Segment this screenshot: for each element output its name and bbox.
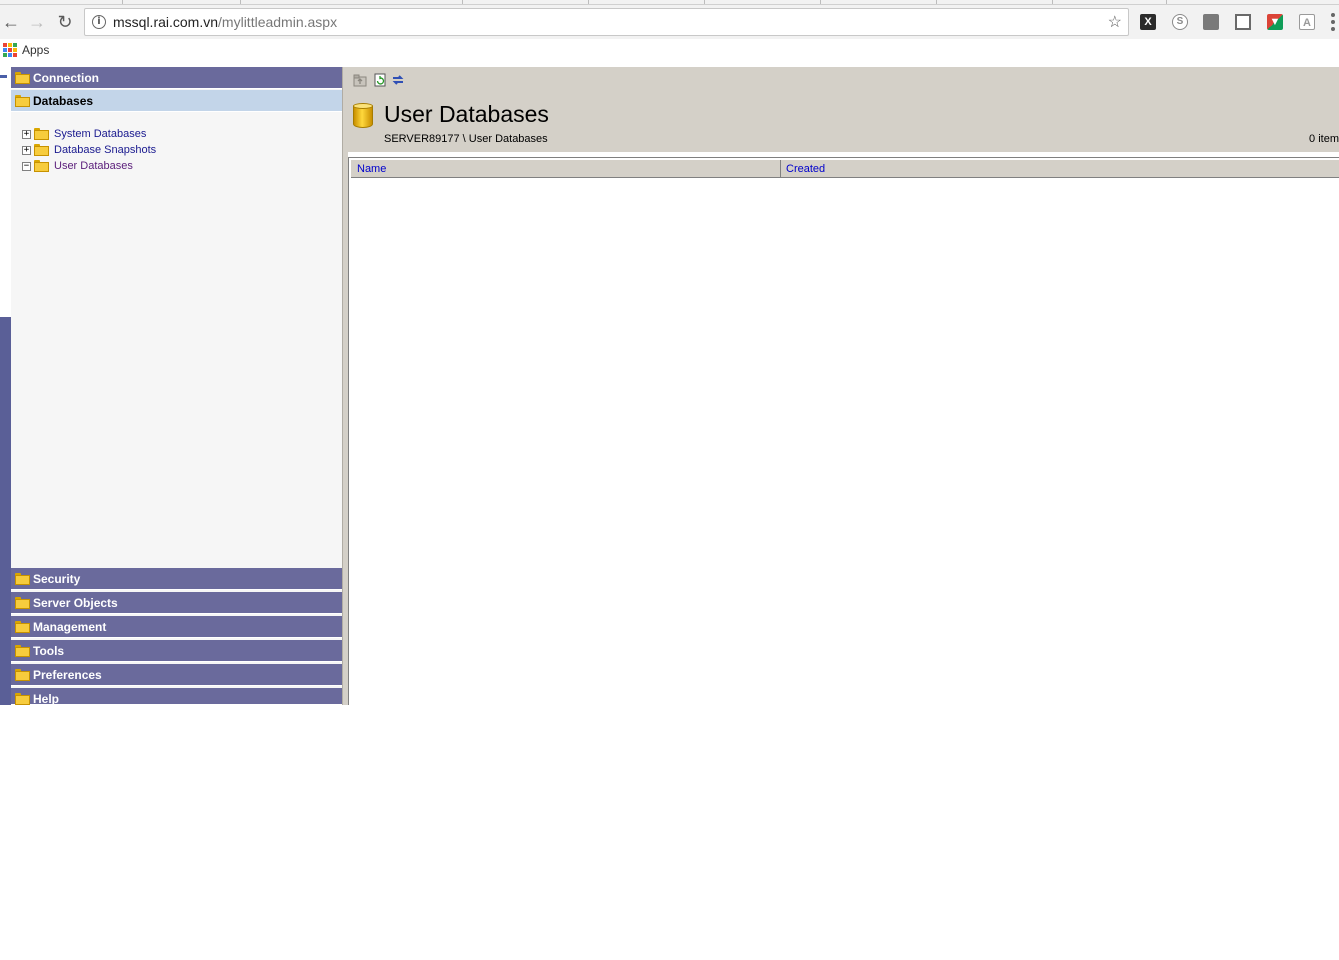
folder-icon — [15, 573, 30, 585]
address-bar[interactable]: i mssql.rai.com.vn/mylittleadmin.aspx ☆ — [84, 8, 1129, 36]
folder-icon — [34, 128, 49, 140]
refresh-page-icon[interactable] — [373, 73, 387, 87]
section-preferences[interactable]: Preferences — [11, 664, 342, 686]
tree-item-system-databases[interactable]: + System Databases — [22, 126, 156, 142]
databases-tree: + System Databases + Database Snapshots … — [22, 126, 156, 174]
section-help[interactable]: Help — [11, 688, 342, 706]
bookmarks-bar: Apps — [0, 39, 1339, 62]
expand-plus-icon[interactable]: + — [22, 129, 31, 139]
apps-bookmark[interactable]: Apps — [22, 43, 49, 57]
section-security[interactable]: Security — [11, 568, 342, 590]
chrome-extension-icon[interactable]: ▼ — [1267, 14, 1283, 30]
item-count: 0 item — [1309, 133, 1339, 145]
content-panel: User Databases SERVER89177 \ User Databa… — [348, 67, 1339, 705]
browser-menu-icon[interactable] — [1330, 13, 1336, 31]
folder-icon — [15, 693, 30, 705]
section-databases[interactable]: Databases — [11, 90, 342, 112]
angular-icon[interactable]: A — [1299, 14, 1315, 30]
folder-icon — [15, 669, 30, 681]
folder-icon — [15, 72, 30, 84]
grid-header: Name Created — [351, 160, 1339, 178]
forward-arrow-icon[interactable]: → — [26, 11, 48, 33]
folder-icon — [15, 621, 30, 633]
column-header-name[interactable]: Name — [353, 160, 386, 178]
page-title: User Databases — [384, 101, 549, 127]
column-resize-handle[interactable] — [780, 160, 781, 178]
bookmark-star-icon[interactable]: ☆ — [1108, 12, 1122, 32]
apps-grid-icon[interactable] — [3, 43, 17, 57]
url-text: mssql.rai.com.vn/mylittleadmin.aspx — [113, 14, 338, 30]
browser-toolbar: ← → ↻ i mssql.rai.com.vn/mylittleadmin.a… — [0, 5, 1339, 39]
content-header: User Databases SERVER89177 \ User Databa… — [348, 67, 1339, 152]
reload-icon[interactable]: ↻ — [54, 11, 76, 33]
app-area: myLittleAdmin for SQL Server Connection … — [0, 67, 1339, 960]
skype-icon[interactable]: S — [1172, 14, 1188, 30]
section-server-objects[interactable]: Server Objects — [11, 592, 342, 614]
databases-grid: Name Created — [348, 157, 1339, 705]
folder-open-icon — [15, 95, 30, 107]
database-icon — [353, 103, 373, 129]
section-connection[interactable]: Connection — [11, 67, 342, 89]
screen-capture-icon[interactable] — [1235, 14, 1251, 30]
brand-strip: myLittleAdmin for SQL Server — [0, 67, 13, 960]
expand-plus-icon[interactable]: + — [22, 145, 31, 155]
folder-icon — [15, 645, 30, 657]
back-arrow-icon[interactable]: ← — [0, 11, 22, 33]
column-header-created[interactable]: Created — [782, 160, 825, 178]
folder-open-icon — [34, 160, 49, 172]
tree-item-user-databases[interactable]: − User Databases — [22, 158, 156, 174]
collapse-minus-icon[interactable]: − — [22, 161, 31, 171]
folder-icon — [15, 597, 30, 609]
info-icon[interactable]: i — [92, 15, 106, 29]
sync-arrows-icon[interactable] — [391, 73, 405, 87]
left-navigation-panel: Connection Databases + System Databases … — [11, 67, 342, 706]
up-folder-icon[interactable] — [353, 73, 367, 87]
breadcrumb: SERVER89177 \ User Databases — [384, 133, 548, 145]
section-tools[interactable]: Tools — [11, 640, 342, 662]
folder-icon — [34, 144, 49, 156]
tree-item-database-snapshots[interactable]: + Database Snapshots — [22, 142, 156, 158]
note-extension-icon[interactable] — [1203, 14, 1219, 30]
section-management[interactable]: Management — [11, 616, 342, 638]
extension-x-icon[interactable]: X — [1140, 14, 1156, 30]
